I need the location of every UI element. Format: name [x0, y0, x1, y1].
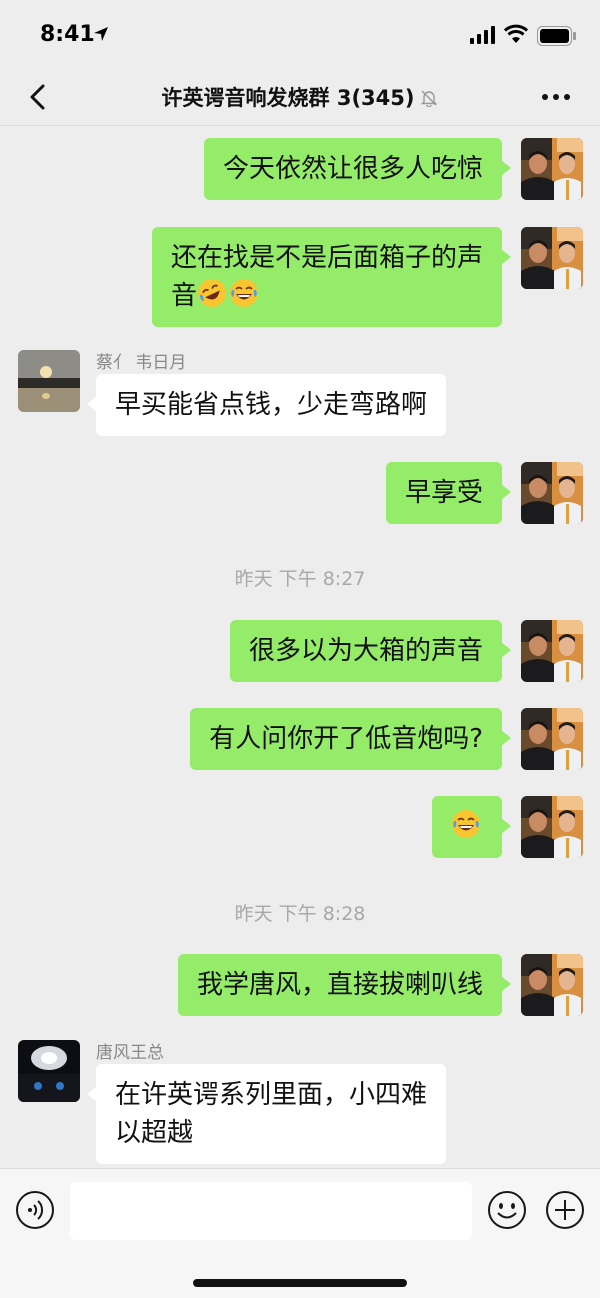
voice-icon[interactable] — [15, 1190, 55, 1230]
message-text: 早享受 — [404, 478, 483, 508]
message-bubble[interactable]: 我学唐风，直接拔喇叭线 — [177, 954, 512, 1016]
chat-title-text: 许英谔音响发烧群 3(345) — [161, 86, 415, 110]
time-divider: 昨天 下午 8:28 — [234, 903, 366, 925]
my-avatar[interactable] — [521, 227, 583, 289]
message-text-line2: 音 — [170, 281, 197, 311]
message-bubble[interactable]: 在许英谔系列里面，小四难 以超越 — [86, 1064, 447, 1164]
my-avatar[interactable] — [521, 462, 583, 524]
sender-avatar[interactable] — [18, 1040, 80, 1102]
time-divider: 昨天 下午 8:27 — [234, 568, 366, 590]
message-text: 在许英谔系列里面，小四难 — [115, 1080, 428, 1110]
message-bubble[interactable]: 早买能省点钱，少走弯路啊 — [86, 374, 447, 436]
message-input[interactable] — [70, 1182, 472, 1240]
bell-muted-icon — [421, 90, 438, 107]
more-dots-icon[interactable] — [538, 84, 574, 110]
message-text: 早买能省点钱，少走弯路啊 — [115, 390, 428, 420]
message-text: 很多以为大箱的声音 — [248, 636, 483, 666]
message-text: 今天依然让很多人吃惊 — [222, 154, 483, 184]
input-bar — [0, 1168, 600, 1298]
sender-name: 蔡亻 韦日月 — [96, 353, 187, 373]
message-bubble[interactable]: 有人问你开了低音炮吗? — [190, 708, 511, 770]
message-text: 还在找是不是后面箱子的声 — [170, 243, 483, 273]
chat-header: 许英谔音响发烧群 3(345) — [0, 68, 600, 126]
my-avatar[interactable] — [521, 954, 583, 1016]
sender-avatar[interactable] — [18, 350, 80, 412]
home-indicator — [193, 1279, 407, 1287]
my-avatar[interactable] — [521, 796, 583, 858]
message-bubble[interactable]: 还在找是不是后面箱子的声 音 — [151, 227, 512, 327]
message-list[interactable]: 今天依然让很多人吃惊 还在找是不是后面箱子的声 音 蔡亻 韦日月 早买能省点钱，… — [0, 126, 600, 1170]
wifi-icon — [504, 24, 528, 43]
my-avatar[interactable] — [521, 620, 583, 682]
status-time: 8:41 — [40, 22, 95, 47]
rofl-emoji-icon — [197, 278, 227, 308]
message-bubble[interactable]: 早享受 — [385, 462, 512, 524]
location-arrow-icon — [94, 27, 108, 41]
cellular-signal-icon — [470, 26, 495, 44]
message-bubble[interactable]: 今天依然让很多人吃惊 — [203, 138, 512, 200]
laughing-tears-emoji-icon — [451, 809, 481, 839]
battery-icon — [537, 26, 576, 46]
my-avatar[interactable] — [521, 708, 583, 770]
message-bubble[interactable]: 很多以为大箱的声音 — [229, 620, 512, 682]
smiley-icon[interactable] — [487, 1190, 527, 1230]
my-avatar[interactable] — [521, 138, 583, 200]
sender-name: 唐风王总 — [96, 1043, 164, 1063]
message-text-line2: 以超越 — [115, 1118, 194, 1148]
status-bar: 8:41 — [0, 0, 600, 68]
plus-icon[interactable] — [545, 1190, 585, 1230]
chat-title[interactable]: 许英谔音响发烧群 3(345) — [0, 82, 600, 112]
message-text: 有人问你开了低音炮吗? — [209, 724, 483, 754]
message-text: 我学唐风，直接拔喇叭线 — [196, 970, 483, 1000]
laughing-tears-emoji-icon — [229, 278, 259, 308]
message-bubble[interactable] — [432, 796, 511, 858]
